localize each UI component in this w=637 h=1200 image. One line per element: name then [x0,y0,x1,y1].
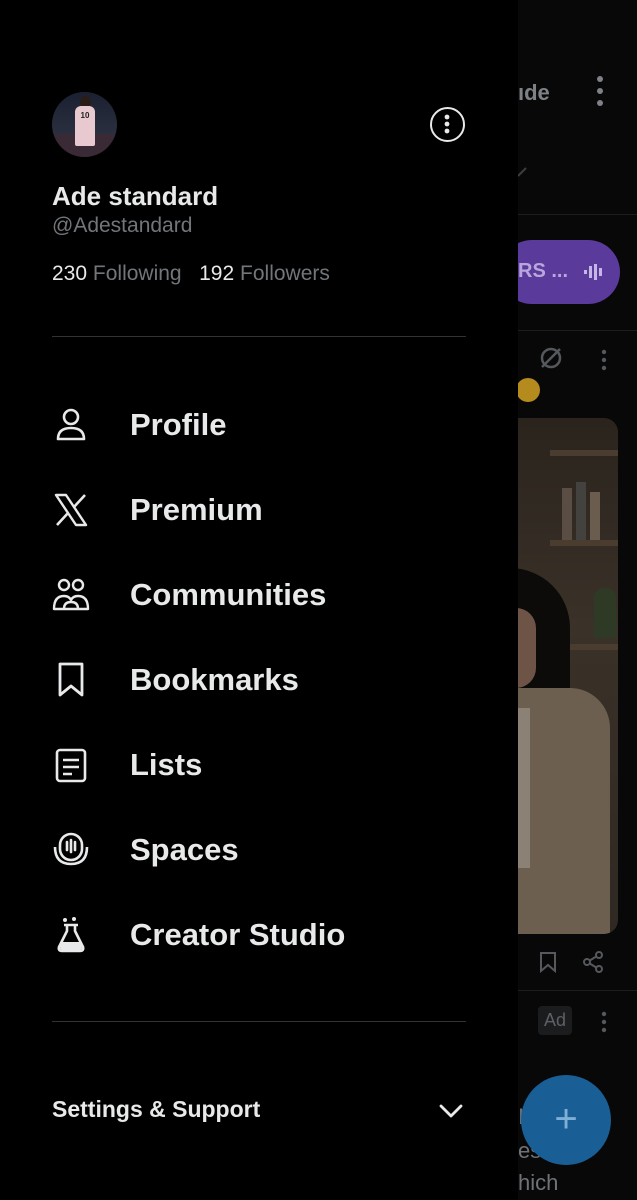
menu-item-creator-studio[interactable]: Creator Studio [0,899,518,969]
menu-item-spaces[interactable]: Spaces [0,814,518,884]
timeline-divider [518,990,637,991]
account-options-button[interactable] [430,107,465,142]
display-name[interactable]: Ade standard [52,181,218,212]
bookmark-action-icon[interactable] [536,950,560,974]
follow-stats: 230 Following 192 Followers [52,262,330,286]
followers-count: 192 [199,262,235,285]
share-action-icon[interactable] [581,950,605,974]
menu-item-label: Premium [130,492,263,527]
spaces-icon [53,832,89,866]
timeline-chevron-icon [517,167,527,177]
flask-icon [57,917,85,953]
navigation-drawer: 10 Ade standard @Adestandard 230 Followi… [0,0,518,1200]
x-logo-icon [54,493,88,527]
plus-icon: + [554,1097,578,1141]
avatar[interactable]: 10 [52,92,117,157]
avatar-jersey-number: 10 [80,111,90,120]
ad-text-fragment: hich [518,1170,559,1195]
live-space-text: RS ... [518,260,569,282]
smile-emoji-icon [516,378,540,402]
menu-item-bookmarks[interactable]: Bookmarks [0,644,518,714]
timeline-more-icon[interactable] [590,74,610,108]
ad-badge: Ad [538,1006,573,1035]
compose-button[interactable]: + [521,1075,611,1165]
grok-icon[interactable] [538,345,564,371]
followers-link[interactable]: 192 Followers [199,262,330,285]
following-link[interactable]: 230 Following [52,262,182,285]
timeline-divider [518,330,637,331]
following-count: 230 [52,262,88,285]
audio-wave-icon [584,264,602,280]
bookmark-icon [58,662,84,697]
chevron-down-icon [439,1104,463,1118]
timeline-header-name: ıde [518,80,550,105]
list-icon [55,748,87,783]
settings-and-support-toggle[interactable]: Settings & Support [0,1080,518,1140]
person-icon [56,408,86,441]
communities-icon [52,578,90,611]
section-divider [52,336,466,337]
menu-item-profile[interactable]: Profile [0,389,518,459]
section-divider [52,1021,466,1022]
post-more-icon[interactable] [598,348,610,372]
menu-item-lists[interactable]: Lists [0,729,518,799]
settings-and-support-label: Settings & Support [52,1096,261,1122]
user-handle: @Adestandard [52,214,193,237]
ad-more-icon[interactable] [598,1010,610,1034]
menu-item-label: Communities [130,577,327,612]
menu-item-communities[interactable]: Communities [0,559,518,629]
following-label: Following [92,262,182,285]
menu-item-premium[interactable]: Premium [0,474,518,544]
followers-label: Followers [240,262,330,285]
menu-item-label: Bookmarks [130,662,299,697]
menu-item-label: Lists [130,747,203,782]
menu-item-label: Spaces [130,832,239,867]
menu-item-label: Creator Studio [130,917,346,952]
timeline-divider [518,214,637,215]
more-vertical-icon [444,114,450,134]
menu-item-label: Profile [130,407,227,442]
